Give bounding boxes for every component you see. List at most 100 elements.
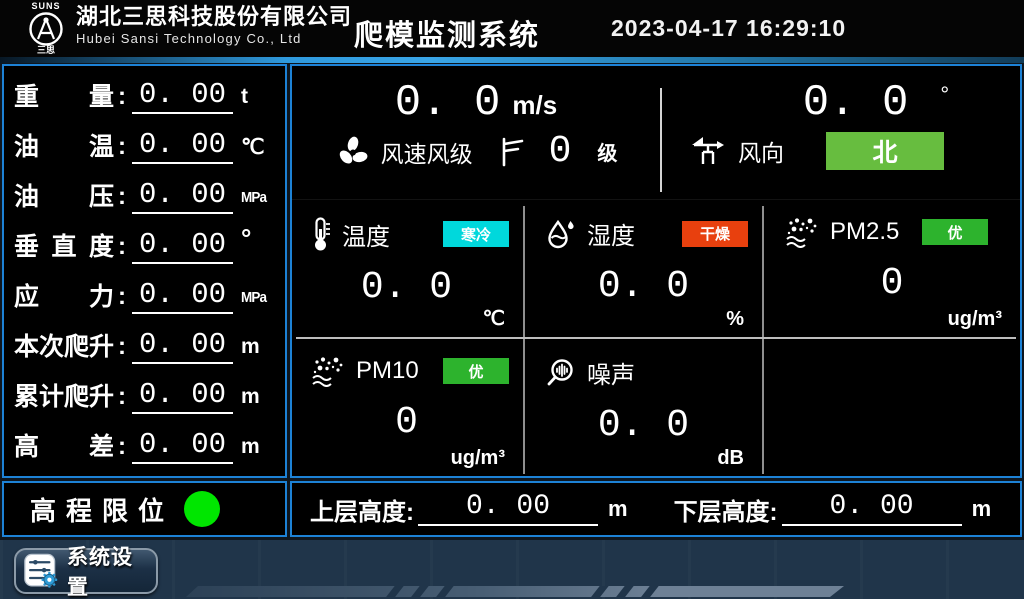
pm25-unit: ug/m³ [948,308,1002,331]
colon: : [114,433,130,461]
company-name: 湖北三思科技股份有限公司 Hubei Sansi Technology Co.,… [76,4,352,48]
metric-label: 油压 [14,185,114,210]
pm10-value: 0 [292,401,521,444]
wind-level-unit: 级 [597,137,617,166]
wind-speed-unit: m/s [512,90,557,121]
temperature-value: 0. 0 [292,266,521,309]
system-settings-button[interactable]: 系统设置 [14,548,158,594]
wind-direction-label: 风向 [738,134,784,168]
upper-height-unit: m [608,496,628,522]
metric-label: 垂直度 [14,235,114,260]
upper-height-group: 上层高度: 0. 00 m [310,492,628,527]
heights-panel: 上层高度: 0. 00 m 下层高度: 0. 00 m [290,481,1022,537]
upper-height-value: 0. 00 [418,493,598,526]
metric-value: 0. 00 [132,80,233,114]
pm10-unit: ug/m³ [451,447,505,470]
metric-value: 0. 00 [132,230,233,264]
temperature-cell: 温度 寒冷 0. 0 ℃ [292,202,521,335]
wind-speed-value: 0. 0 [395,80,501,126]
metric-row-oil-temp: 油温: 0. 00 ℃ [14,122,277,172]
page-title: 爬模监测系统 [354,12,540,54]
metric-value: 0. 00 [132,330,233,364]
grid-divider [523,206,525,474]
temperature-label: 温度 [342,217,390,252]
elevation-limit-indicator [184,491,220,527]
metric-label: 油温 [14,135,114,160]
pm10-cell: PM10 优 0 ug/m³ [292,341,521,474]
metric-value: 0. 00 [132,380,233,414]
metric-label: 高差 [14,435,114,460]
sliders-gear-icon [24,552,59,590]
colon: : [114,383,130,411]
metric-row-weight: 重量: 0. 00 t [14,72,277,122]
metric-row-current-climb: 本次爬升: 0. 00 m [14,322,277,372]
elevation-limit-label: 高程限位 [30,491,174,528]
metric-value: 0. 00 [132,430,233,464]
logo-mark-icon [28,11,64,47]
metric-label: 重量 [14,85,114,110]
humidity-cell: 湿度 干燥 0. 0 % [527,202,760,335]
colon: : [114,133,130,161]
noise-label: 噪声 [587,355,635,390]
noise-cell: 噪声 0. 0 dB [527,341,760,474]
wind-direction-badge: 北 [826,132,944,170]
header-divider [0,57,1024,63]
wind-direction-value: 0. 0 [803,80,909,126]
metrics-panel: 重量: 0. 00 t 油温: 0. 00 ℃ 油压: 0. 00 MPa 垂直… [2,64,287,478]
pm10-label: PM10 [356,357,419,385]
pm25-cell: PM2.5 优 0 ug/m³ [766,202,1018,335]
metric-unit: m [241,435,277,459]
wind-level-flag-icon [499,136,525,168]
metric-row-oil-pressure: 油压: 0. 00 MPa [14,172,277,222]
lower-height-unit: m [972,496,992,522]
dust-particles-icon [784,216,820,248]
metric-row-height-diff: 高差: 0. 00 m [14,422,277,472]
logo-top-text: SUNS [31,2,60,11]
colon: : [114,233,130,261]
grid-divider [292,199,1020,200]
upper-height-label: 上层高度: [310,492,414,527]
wind-speed-label: 风速风级 [381,135,473,169]
metric-unit: m [241,335,277,359]
metric-unit: MPa [241,289,273,306]
noise-value: 0. 0 [527,404,760,447]
thermometer-icon [310,216,332,252]
wind-level-value: 0 [549,130,572,173]
company-logo-icon: SUNS 三思 [20,2,72,56]
datetime-display: 2023-04-17 16:29:10 [611,15,846,42]
noise-meter-icon [545,357,577,389]
temperature-unit: ℃ [483,306,505,331]
metric-unit: m [241,385,277,409]
wind-vane-icon [690,134,726,168]
humidity-status-badge: 干燥 [682,221,748,247]
lower-height-label: 下层高度: [674,492,778,527]
temperature-status-badge: 寒冷 [443,221,509,247]
wind-direction-section: 0. 0 ° 风向 北 [662,66,1020,200]
company-name-en: Hubei Sansi Technology Co., Ltd [76,30,352,48]
dust-particles-icon [310,355,346,387]
metric-label: 累计爬升 [14,385,114,410]
environment-panel: 0. 0 m/s 风速风级 0 级 [290,64,1022,478]
droplet-icon [545,217,577,251]
metric-value: 0. 00 [132,130,233,164]
lower-height-value: 0. 00 [782,493,962,526]
metric-row-stress: 应力: 0. 00 MPa [14,272,277,322]
company-name-cn: 湖北三思科技股份有限公司 [76,4,352,30]
footer-decoration [186,586,844,597]
pm25-value: 0 [766,262,1018,305]
pm10-status-badge: 优 [443,358,509,384]
metric-row-total-climb: 累计爬升: 0. 00 m [14,372,277,422]
humidity-unit: % [726,308,744,331]
pm25-status-badge: 优 [922,219,988,245]
metric-unit: t [241,85,277,109]
pm25-label: PM2.5 [830,218,899,246]
metric-label: 应力 [14,285,114,310]
grid-divider [762,206,764,474]
wind-speed-section: 0. 0 m/s 风速风级 0 级 [292,66,660,200]
logo-bottom-text: 三思 [37,46,55,55]
colon: : [114,83,130,111]
metric-unit: ℃ [241,135,277,160]
noise-unit: dB [717,447,744,470]
fan-icon [335,134,371,170]
metric-value: 0. 00 [132,280,233,314]
